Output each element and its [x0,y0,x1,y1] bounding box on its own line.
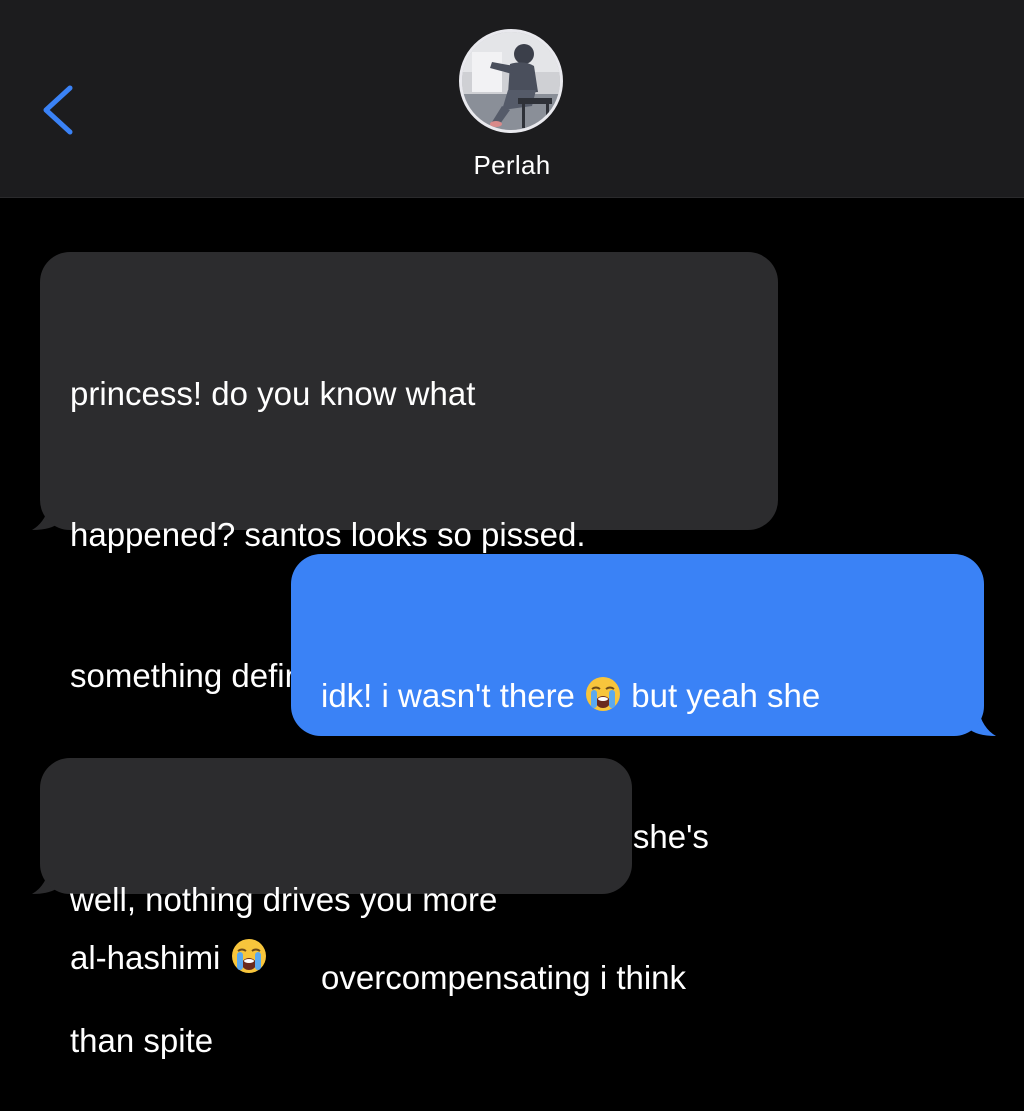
contact-avatar[interactable] [459,29,563,133]
message-bubble-received[interactable]: princess! do you know what happened? san… [40,252,778,976]
message-line: than spite [70,1022,214,1059]
message-line: al-hashimi [70,939,221,976]
message-line: happened? santos looks so pissed. [70,516,586,553]
message-line: idk! i wasn't there [321,677,575,714]
contact-name[interactable]: Perlah [0,150,1024,181]
back-button[interactable] [34,80,82,140]
conversation-header: Perlah [0,0,1024,198]
contact-photo [462,32,560,130]
loudly-crying-face-icon [586,677,621,711]
loudly-crying-face-icon [231,939,266,973]
message-line: princess! do you know what [70,375,476,412]
message-line: but yeah she [631,677,821,714]
chevron-left-icon [43,85,73,135]
message-bubble-sent[interactable]: idk! i wasn't there but yeah she looks a… [291,554,984,996]
message-line: overcompensating i think [321,959,687,996]
message-bubble-received[interactable]: well, nothing drives you more than spite [40,758,632,1059]
message-line: well, nothing drives you more [70,881,498,918]
